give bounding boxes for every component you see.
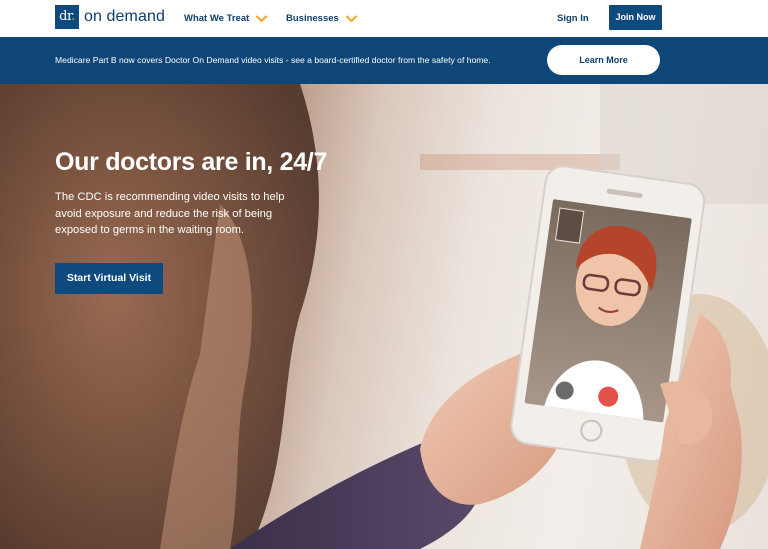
nav-businesses[interactable]: Businesses bbox=[286, 0, 357, 37]
start-virtual-visit-button[interactable]: Start Virtual Visit bbox=[55, 263, 163, 294]
nav-businesses-label: Businesses bbox=[286, 13, 339, 24]
chevron-down-icon bbox=[256, 15, 268, 22]
logo[interactable]: dr. on demand bbox=[55, 5, 165, 29]
hero-description: The CDC is recommending video visits to … bbox=[55, 191, 285, 236]
top-nav: dr. on demand What We Treat Businesses S… bbox=[0, 0, 768, 37]
learn-more-button[interactable]: Learn More bbox=[547, 45, 660, 75]
hero-title: Our doctors are in, 24/7 bbox=[55, 148, 328, 176]
nav-what-we-treat[interactable]: What We Treat bbox=[184, 0, 268, 37]
announcement-bar: Medicare Part B now covers Doctor On Dem… bbox=[0, 37, 768, 84]
logo-wordmark: on demand bbox=[84, 8, 165, 25]
hero: Our doctors are in, 24/7 The CDC is reco… bbox=[0, 84, 768, 549]
nav-what-we-treat-label: What We Treat bbox=[184, 13, 250, 24]
sign-in-link[interactable]: Sign In bbox=[557, 0, 589, 37]
logo-mark: dr. bbox=[55, 5, 79, 29]
chevron-down-icon bbox=[345, 15, 357, 22]
announcement-text: Medicare Part B now covers Doctor On Dem… bbox=[55, 55, 491, 65]
join-now-button[interactable]: Join Now bbox=[609, 5, 662, 30]
hero-copy: Our doctors are in, 24/7 The CDC is reco… bbox=[55, 148, 328, 239]
